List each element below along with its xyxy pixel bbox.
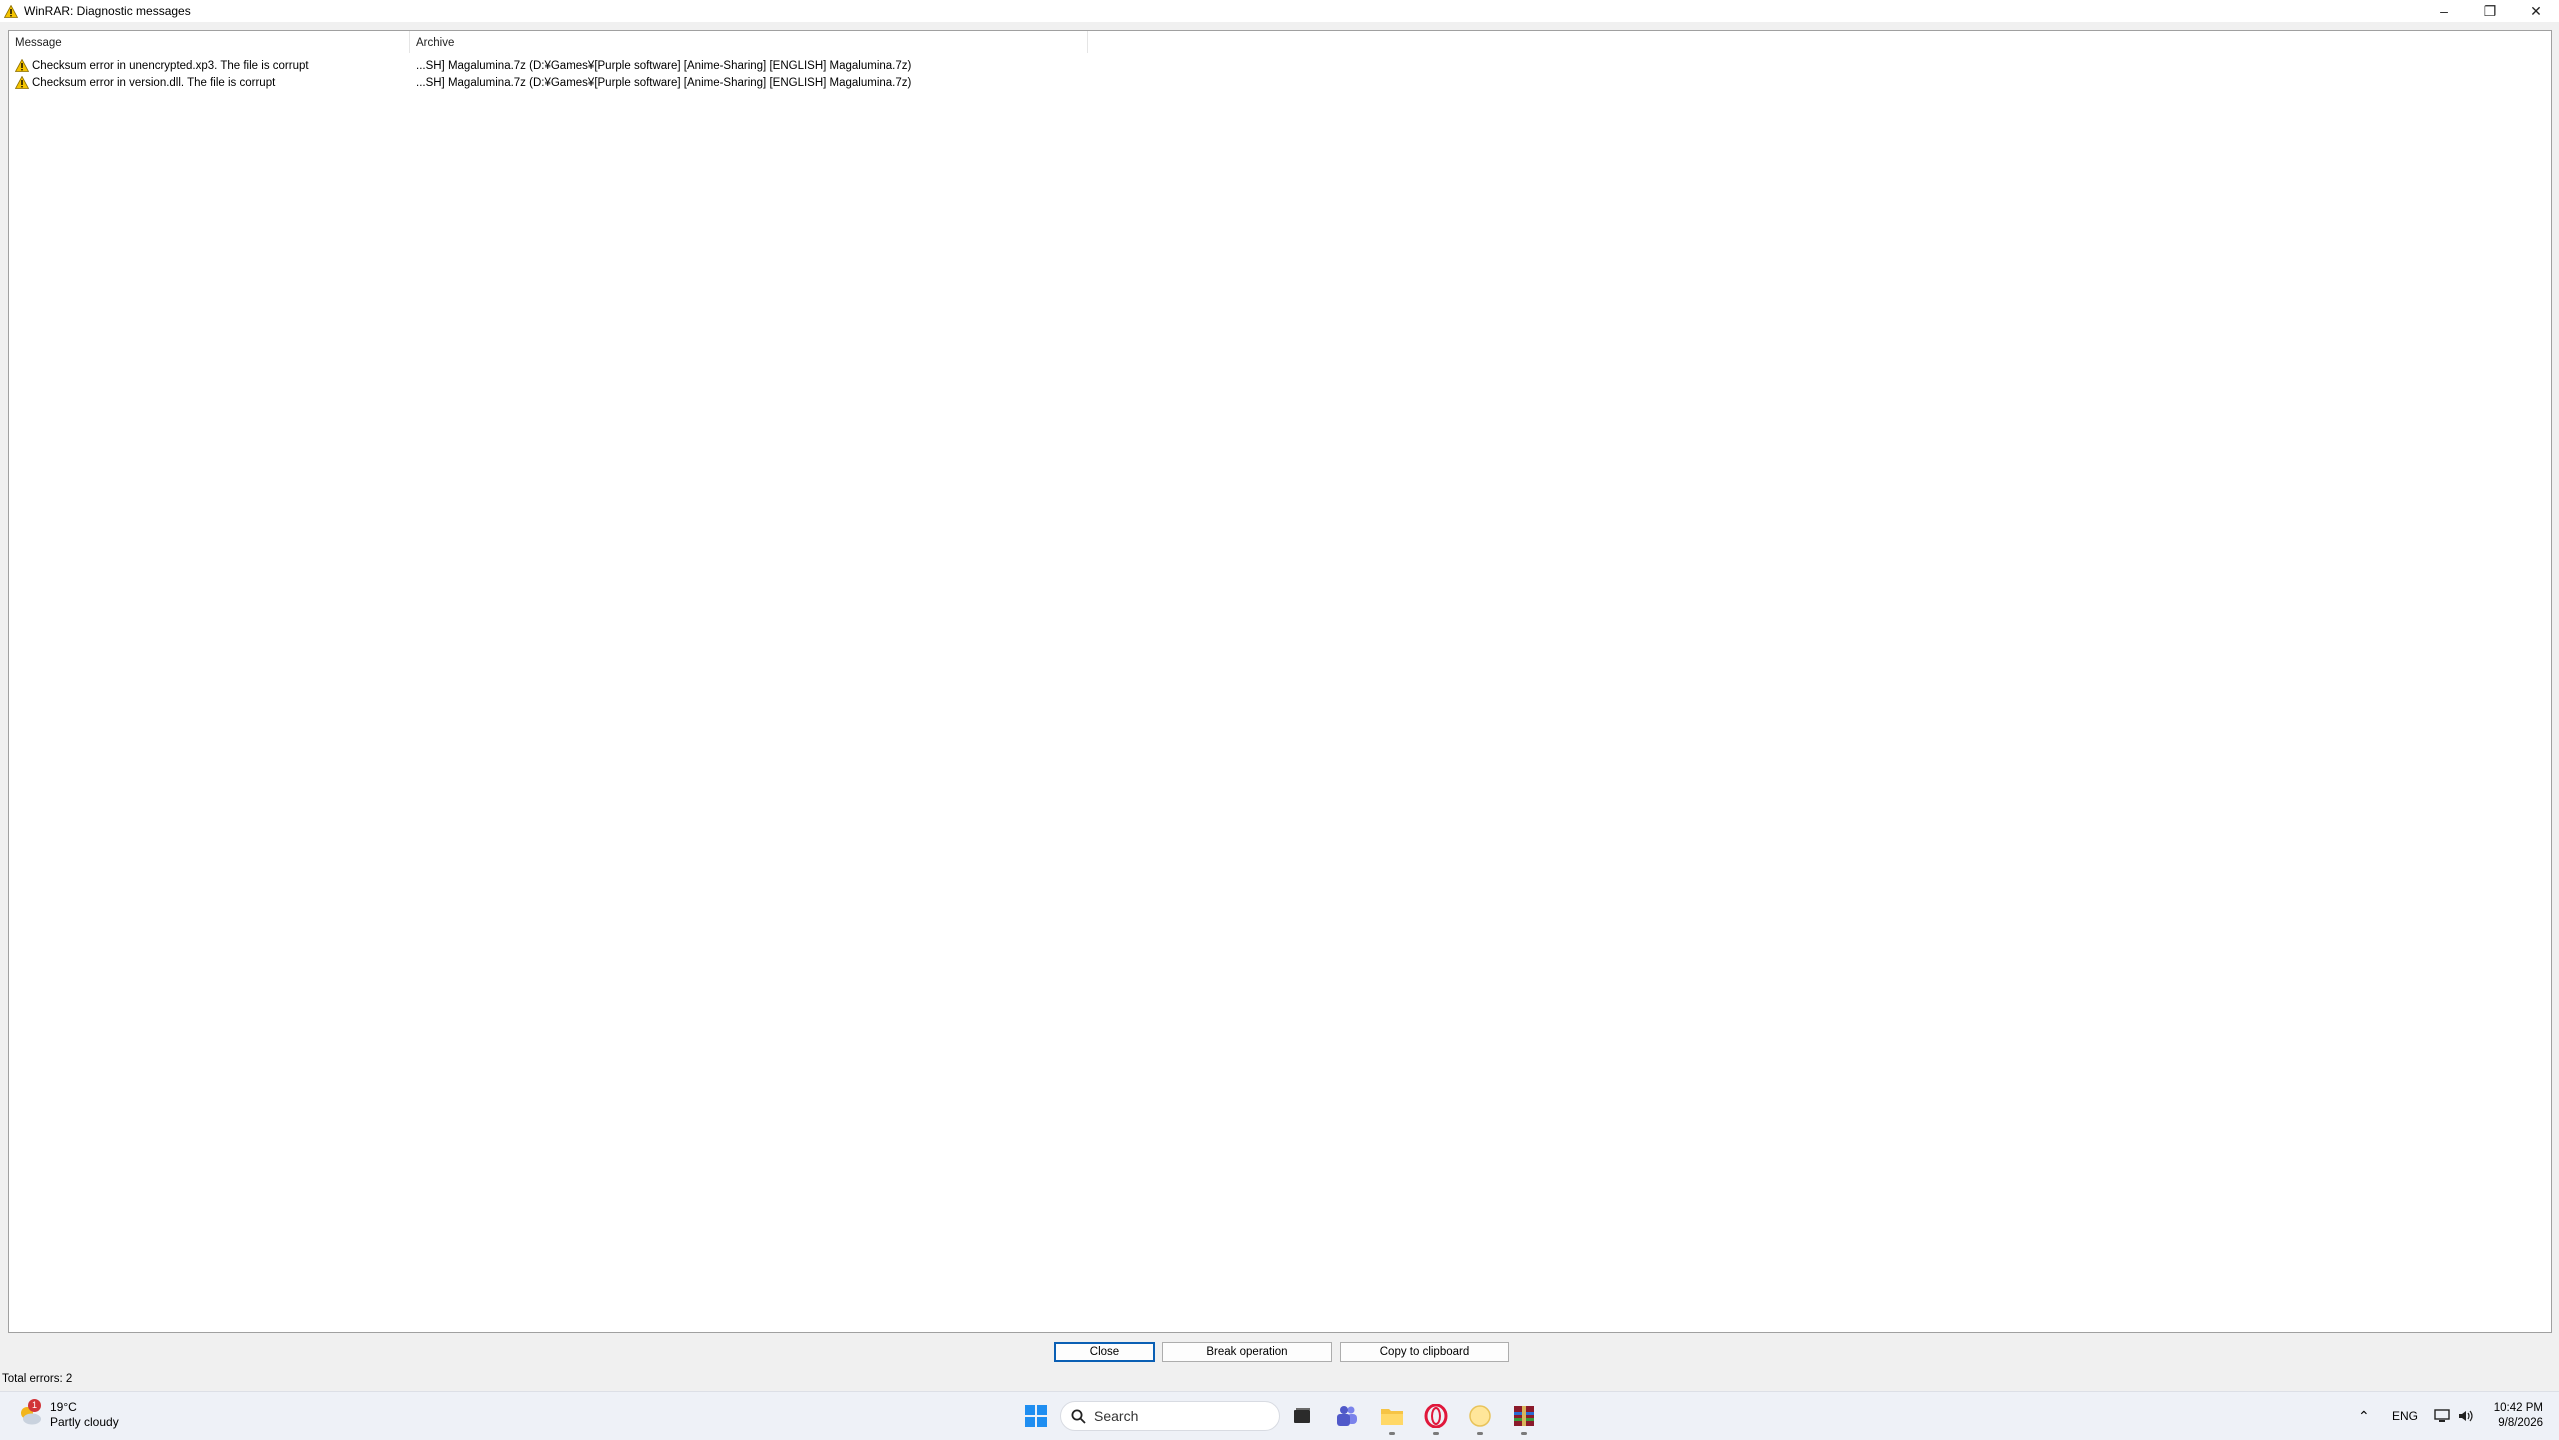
weather-temp: 19°C: [50, 1400, 77, 1414]
archive-text: ...SH] Magalumina.7z (D:¥Games¥[Purple s…: [416, 76, 912, 89]
archive-text: ...SH] Magalumina.7z (D:¥Games¥[Purple s…: [416, 59, 912, 72]
copy-to-clipboard-button[interactable]: Copy to clipboard: [1340, 1342, 1509, 1362]
message-text: Checksum error in version.dll. The file …: [32, 76, 276, 89]
break-operation-button[interactable]: Break operation: [1162, 1342, 1332, 1362]
language-indicator[interactable]: ENG: [2392, 1409, 2418, 1423]
message-text: Checksum error in unencrypted.xp3. The f…: [32, 59, 309, 72]
list-item[interactable]: Checksum error in unencrypted.xp3. The f…: [9, 57, 2551, 74]
start-icon[interactable]: [1022, 1402, 1050, 1430]
column-header-archive[interactable]: Archive: [410, 31, 1088, 53]
clock-time: 10:42 PM: [2493, 1402, 2543, 1414]
list-item[interactable]: Checksum error in version.dll. The file …: [9, 74, 2551, 91]
winrar-icon[interactable]: [1510, 1402, 1538, 1430]
messages-list[interactable]: Message Archive Checksum error in unencr…: [8, 30, 2552, 1333]
minimize-button[interactable]: –: [2421, 0, 2467, 22]
search-input[interactable]: Search: [1060, 1401, 1280, 1431]
teams-icon[interactable]: [1333, 1402, 1361, 1430]
taskbar: 1 19°C Partly cloudy Search ⌃ ENG 10:42 …: [0, 1391, 2559, 1440]
notification-badge: 1: [28, 1399, 41, 1412]
network-icon[interactable]: [2434, 1409, 2450, 1423]
close-button[interactable]: Close: [1054, 1342, 1155, 1362]
running-indicator: [1389, 1432, 1395, 1435]
task-view-icon[interactable]: [1288, 1402, 1316, 1430]
list-header: Message Archive: [9, 31, 2551, 53]
chevron-up-icon[interactable]: ⌃: [2358, 1408, 2370, 1425]
window-title: WinRAR: Diagnostic messages: [24, 4, 191, 18]
running-indicator: [1521, 1432, 1527, 1435]
column-header-message[interactable]: Message: [9, 31, 410, 53]
warning-icon: [15, 76, 29, 89]
title-bar: WinRAR: Diagnostic messages – ❐ ✕: [0, 0, 2559, 22]
opera-icon[interactable]: [1422, 1402, 1450, 1430]
app-circle-icon[interactable]: [1466, 1402, 1494, 1430]
clock[interactable]: 10:42 PM 9/8/2026: [2494, 1401, 2543, 1431]
weather-desc: Partly cloudy: [50, 1415, 119, 1429]
running-indicator: [1477, 1432, 1483, 1435]
volume-icon[interactable]: [2458, 1409, 2474, 1423]
close-window-button[interactable]: ✕: [2513, 0, 2559, 22]
clock-date: 9/8/2026: [2498, 1417, 2543, 1429]
weather-widget[interactable]: 1 19°C Partly cloudy: [16, 1399, 119, 1430]
running-indicator: [1433, 1432, 1439, 1435]
search-icon: [1071, 1409, 1086, 1424]
partly-cloudy-icon: 1: [16, 1399, 44, 1429]
search-placeholder: Search: [1094, 1408, 1139, 1424]
status-text: Total errors: 2: [2, 1373, 73, 1385]
file-explorer-icon[interactable]: [1378, 1402, 1406, 1430]
restore-button[interactable]: ❐: [2467, 0, 2513, 22]
warning-icon: [4, 4, 18, 18]
warning-icon: [15, 59, 29, 72]
